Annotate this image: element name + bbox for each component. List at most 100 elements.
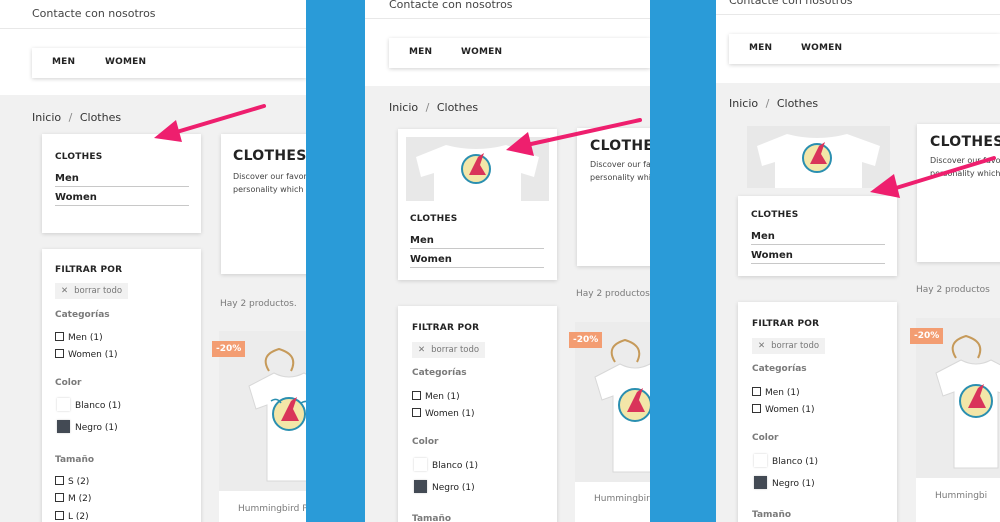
menu-item-men[interactable]: MEN	[409, 47, 432, 57]
product-name[interactable]: Hummingbird P	[238, 504, 306, 514]
checkbox-icon	[55, 332, 64, 341]
filter-categories-heading: Categorías	[412, 368, 467, 378]
filter-option-label: M (2)	[68, 494, 92, 504]
breadcrumb-current[interactable]: Clothes	[80, 111, 121, 124]
product-card[interactable]: -20% Hummingbi	[910, 318, 1000, 522]
color-swatch-black	[57, 420, 70, 433]
panel-variant-2: Contacte con nosotros MEN WOMEN Inicio /…	[365, 0, 650, 522]
checkbox-icon	[752, 387, 761, 396]
filter-categories-heading: Categorías	[55, 310, 110, 320]
product-name[interactable]: Hummingbird	[594, 494, 650, 504]
category-tree-title: CLOTHES	[55, 152, 103, 162]
filter-size-heading: Tamaño	[55, 455, 95, 465]
filter-category-women[interactable]: Women (1)	[412, 408, 475, 419]
category-description-line-1: Discover our favorites fashionable disco…	[233, 172, 306, 181]
category-tree-title: CLOTHES	[751, 210, 799, 220]
filter-category-women[interactable]: Women (1)	[752, 404, 815, 415]
product-card[interactable]: -20% Hummingbird	[569, 322, 650, 522]
filter-option-label: Men (1)	[765, 388, 800, 398]
breadcrumb-current[interactable]: Clothes	[437, 101, 478, 114]
filter-categories-heading: Categorías	[752, 364, 807, 374]
breadcrumb-separator: /	[765, 97, 770, 110]
contact-link[interactable]: Contacte con nosotros	[32, 7, 156, 20]
breadcrumb: Inicio / Clothes	[729, 97, 818, 110]
filter-size-heading: Tamaño	[412, 514, 452, 522]
clear-all-filters[interactable]: ✕ borrar todo	[412, 342, 486, 358]
main-menu: MEN WOMEN	[389, 38, 650, 68]
filter-option-label: Women (1)	[765, 405, 815, 415]
breadcrumb-current[interactable]: Clothes	[777, 97, 818, 110]
close-icon: ✕	[758, 341, 766, 351]
products-count: Hay 2 productos	[576, 289, 650, 299]
filter-category-women[interactable]: Women (1)	[55, 349, 118, 360]
filter-color-black[interactable]: Negro (1)	[754, 476, 815, 489]
category-title: CLOTHES	[930, 134, 1000, 150]
menu-item-women[interactable]: WOMEN	[461, 47, 502, 57]
clear-all-label: borrar todo	[771, 341, 820, 351]
checkbox-icon	[55, 493, 64, 502]
filter-option-label: Blanco (1)	[75, 401, 121, 411]
filter-color-white[interactable]: Blanco (1)	[754, 454, 818, 467]
breadcrumb-home[interactable]: Inicio	[389, 101, 418, 114]
category-tree-item-women[interactable]: Women	[410, 254, 544, 268]
filter-color-heading: Color	[752, 433, 779, 443]
color-swatch-white	[754, 454, 767, 467]
category-tree-block: CLOTHES Men Women	[738, 196, 897, 276]
discount-badge: -20%	[569, 332, 603, 348]
filter-size-s[interactable]: S (2)	[55, 476, 89, 487]
filter-size-l[interactable]: L (2)	[55, 511, 89, 522]
contact-link[interactable]: Contacte con nosotros	[389, 0, 513, 11]
filter-size-m[interactable]: M (2)	[55, 493, 91, 504]
header-divider	[716, 14, 1000, 15]
product-card[interactable]: -20% Hummingbird P	[212, 331, 306, 522]
filter-size-heading: Tamaño	[752, 510, 792, 520]
menu-item-women[interactable]: WOMEN	[801, 43, 842, 53]
filter-color-heading: Color	[55, 378, 82, 388]
filters-block: FILTRAR POR ✕ borrar todo Categorías Men …	[398, 306, 557, 522]
filter-option-label: Women (1)	[68, 350, 118, 360]
filter-category-men[interactable]: Men (1)	[412, 391, 460, 402]
panel-original: Contacte con nosotros MEN WOMEN Inicio /…	[0, 0, 306, 522]
clear-all-filters[interactable]: ✕ borrar todo	[752, 338, 826, 354]
filters-title: FILTRAR POR	[412, 323, 480, 333]
contact-link[interactable]: Contacte con nosotros	[729, 0, 853, 7]
category-tree-item-women[interactable]: Women	[55, 192, 189, 206]
filter-option-label: L (2)	[68, 512, 89, 522]
category-tree-item-men[interactable]: Men	[55, 173, 189, 187]
category-tree-item-women[interactable]: Women	[751, 250, 885, 264]
category-description: Discover our favorites fashionable disco…	[233, 170, 306, 196]
breadcrumb-home[interactable]: Inicio	[32, 111, 61, 124]
panel-variant-3: Contacte con nosotros MEN WOMEN Inicio /…	[716, 0, 1000, 522]
filter-color-black[interactable]: Negro (1)	[57, 420, 118, 433]
arrow-annotation-1	[154, 104, 266, 142]
filter-color-white[interactable]: Blanco (1)	[57, 398, 121, 411]
filters-block: FILTRAR POR ✕ borrar todo Categorías Men …	[738, 302, 897, 522]
clear-all-filters[interactable]: ✕ borrar todo	[55, 283, 129, 299]
filter-category-men[interactable]: Men (1)	[55, 332, 103, 343]
arrow-annotation-2	[506, 118, 642, 156]
filter-option-label: Negro (1)	[772, 479, 815, 489]
breadcrumb-home[interactable]: Inicio	[729, 97, 758, 110]
checkbox-icon	[55, 476, 64, 485]
filter-color-white[interactable]: Blanco (1)	[414, 458, 478, 471]
filter-category-men[interactable]: Men (1)	[752, 387, 800, 398]
divider-bar-right	[650, 0, 716, 522]
discount-badge: -20%	[910, 328, 944, 344]
category-tree-item-men[interactable]: Men	[751, 231, 885, 245]
color-swatch-white	[414, 458, 427, 471]
category-description-line-2: personality which matches your own.	[590, 173, 650, 182]
menu-item-men[interactable]: MEN	[52, 57, 75, 67]
product-name[interactable]: Hummingbi	[935, 491, 987, 501]
main-menu: MEN WOMEN	[729, 34, 1000, 64]
arrow-annotation-3	[870, 156, 996, 198]
header-top: Contacte con nosotros	[0, 0, 306, 29]
checkbox-icon	[55, 349, 64, 358]
menu-item-men[interactable]: MEN	[749, 43, 772, 53]
menu-item-women[interactable]: WOMEN	[105, 57, 146, 67]
category-tree-item-men[interactable]: Men	[410, 235, 544, 249]
main-menu: MEN WOMEN	[32, 48, 306, 78]
filter-color-black[interactable]: Negro (1)	[414, 480, 475, 493]
divider-bar-left	[306, 0, 365, 522]
filter-option-label: Negro (1)	[75, 423, 118, 433]
clear-all-label: borrar todo	[74, 286, 123, 296]
